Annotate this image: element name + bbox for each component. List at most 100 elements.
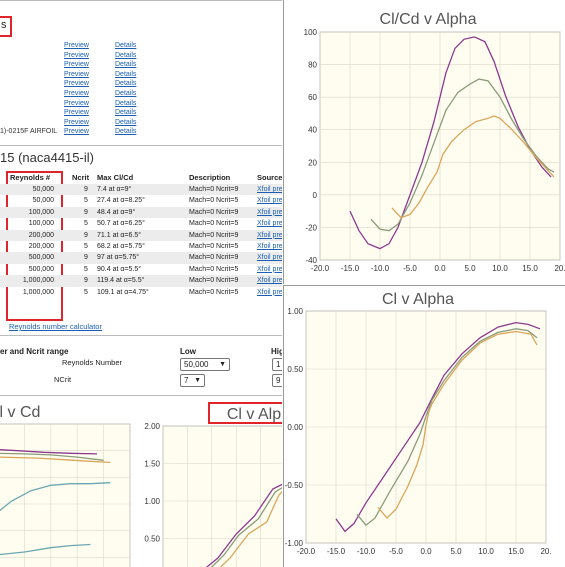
source-link[interactable]: Xfoil pre [257,275,282,286]
source-link[interactable]: Xfoil pre [257,184,282,195]
details-link[interactable]: Details [115,51,136,61]
preview-link[interactable]: Preview [64,79,89,89]
details-link[interactable]: Details [115,60,136,70]
details-link[interactable]: Details [115,41,136,51]
details-link[interactable]: Details [115,99,136,109]
reynolds-cell: 500,000 [28,254,54,262]
x-tick-label: -15.0 [341,264,360,273]
x-tick-label: -20.0 [311,264,330,273]
reynolds-high-select[interactable]: 1 [272,358,282,371]
x-tick-label: -10.0 [371,264,390,273]
x-tick-label: 5.0 [450,547,462,556]
preview-link[interactable]: Preview [64,70,89,80]
x-tick-label: 10.0 [478,547,494,556]
table-row: 1,000,000 5 109.1 at α=4.75° Mach=0 Ncrit=5… [0,287,282,298]
chart-title: Cl/Cd v Alpha [380,11,477,28]
polar-table-panel: 15 (naca4415-il) Reynolds # Ncrit Max Cl/C… [0,145,282,334]
reynolds-calculator-link[interactable]: Reynolds number calculator [9,322,102,331]
description-cell: Mach=0 Ncrit=5 [189,197,239,205]
cl-alpha-chart-panel: -20.0 -15.0 -10.0 -5.0 0.0 5.0 10.0 15.0 20. 1.00… [283,285,565,567]
reynolds-cell: 50,000 [32,186,54,193]
reynolds-cell: 200,000 [28,243,54,250]
airfoil-link-row: Preview Details [0,99,282,109]
source-link[interactable]: Xfoil pre [257,264,282,275]
source-link[interactable]: Xfoil pre [257,230,282,241]
max-clcd-cell: 68.2 at α=5.75° [97,243,145,250]
reynolds-cell: 200,000 [28,231,54,239]
ncrit-high-select[interactable]: 9 [272,374,282,387]
details-link[interactable]: Details [115,118,136,128]
y-tick-label: -1.00 [285,539,304,548]
details-link[interactable]: Details [115,108,136,118]
x-tick-label: 5.0 [464,264,476,273]
preview-link[interactable]: Preview [64,60,89,70]
max-clcd-cell: 109.1 at α=4.75° [97,288,149,296]
details-link[interactable]: Details [115,89,136,99]
cl-v-cd-chart: l v Cd [0,404,131,567]
table-row: 50,000 5 27.4 at α=8.25° Mach=0 Ncrit=5 Xfoi… [0,195,282,206]
x-tick-label: 0.0 [420,547,432,556]
preview-link[interactable]: Preview [64,127,89,137]
ncrit-cell: 5 [84,243,88,250]
y-tick-label: 0 [313,191,318,200]
reynolds-cell: 100,000 [28,220,54,228]
y-tick-label: 20 [308,158,317,167]
source-link[interactable]: Xfoil pre [257,218,282,229]
cl-alpha-partial-panel: 2.001.501.000.500.00Cl v Alp [135,395,282,567]
y-tick-label: 80 [308,61,317,70]
airfoil-link-row: Preview Details [0,60,282,70]
description-cell: Mach=0 Ncrit=5 [189,220,239,228]
cl-cd-chart-panel: l v Cd [0,395,135,567]
max-clcd-cell: 71.1 at α=6.5° [97,231,142,239]
source-link[interactable]: Xfoil pre [257,207,282,218]
high-label: Hig [271,347,282,356]
airfoil-link-row: Preview Details [0,51,282,61]
y-tick-label: 1.50 [144,460,160,469]
table-row: 200,000 5 68.2 at α=5.75° Mach=0 Ncrit=5 Xfo… [0,241,282,252]
preview-link[interactable]: Preview [64,89,89,99]
chevron-down-icon: ▼ [194,377,201,384]
source-link[interactable]: Xfoil pre [257,241,282,252]
airfoil-link-row: 1)-0215F AIRFOIL Preview Details [0,127,282,137]
preview-link[interactable]: Preview [64,41,89,51]
details-link[interactable]: Details [115,127,136,137]
preview-link[interactable]: Preview [64,118,89,128]
ncrit-cell: 5 [84,288,88,296]
preview-link[interactable]: Preview [64,108,89,118]
x-tick-label: 10.0 [492,264,508,273]
ncrit-low-select[interactable]: 7 ▼ [180,374,205,387]
y-tick-label: 0.00 [287,423,303,432]
ncrit-cell: 9 [84,186,88,193]
table-row: 200,000 9 71.1 at α=6.5° Mach=0 Ncrit=9 Xfoi… [0,229,282,241]
source-link[interactable]: Xfoil pre [257,287,282,298]
max-clcd-cell: 50.7 at α=6.25° [97,220,145,228]
description-cell: Mach=0 Ncrit=9 [189,208,239,216]
y-tick-label: -0.50 [285,481,304,490]
y-tick-label: -40 [305,256,317,265]
reynolds-cell: 1,000,000 [22,288,54,296]
max-clcd-cell: 7.4 at α=9° [97,186,132,193]
y-tick-label: 0.50 [287,365,303,374]
max-clcd-cell: 27.4 at α=8.25° [97,197,145,205]
airfoil-link-row: Preview Details [0,41,282,51]
airfoil-link-row: Preview Details [0,89,282,99]
table-header: Reynolds # Ncrit Max Cl/Cd Description Sourc… [0,173,282,183]
source-link[interactable]: Xfoil pre [257,252,282,263]
divider [0,0,282,1]
ncrit-cell: 9 [84,231,88,239]
max-clcd-cell: 48.4 at α=9° [97,208,136,216]
preview-link[interactable]: Preview [64,99,89,109]
reynolds-low-select[interactable]: 50,000 ▼ [180,358,230,371]
preview-link[interactable]: Preview [64,51,89,61]
details-link[interactable]: Details [115,79,136,89]
column-header: Max Cl/Cd [97,173,134,182]
airfoil-list-panel: s Preview Details Preview Details Preview Det… [0,0,282,145]
details-link[interactable]: Details [115,70,136,80]
airfoil-link-row: Preview Details [0,108,282,118]
x-tick-label: -5.0 [403,264,417,273]
x-tick-label: -5.0 [389,547,403,556]
source-link[interactable]: Xfoil pre [257,195,282,206]
plot-area [162,425,282,567]
y-tick-label: 0.50 [144,535,160,544]
y-tick-label: 100 [304,28,318,37]
